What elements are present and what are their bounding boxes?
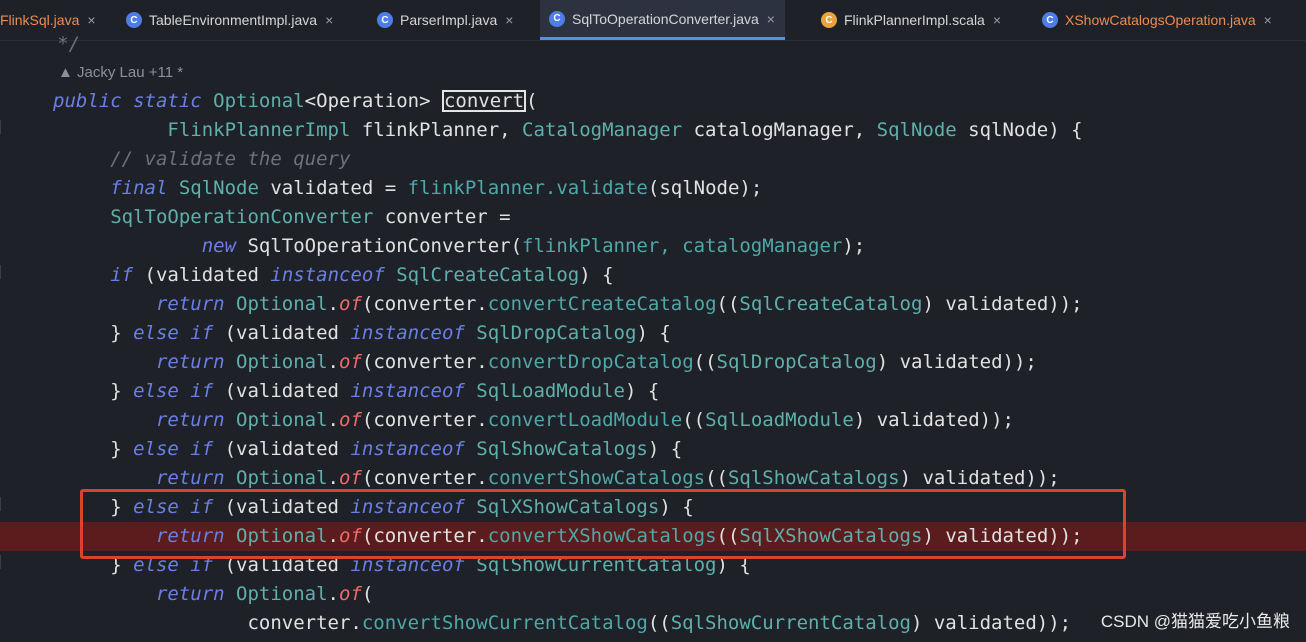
code-line: return Optional.of(converter.convertLoad… — [155, 409, 1014, 431]
gutter-fold-marker[interactable] — [0, 120, 5, 134]
person-icon: ▲ — [58, 64, 78, 81]
code-line: */ — [0, 30, 1306, 59]
close-icon[interactable]: × — [767, 11, 775, 27]
author-annotation[interactable]: ▲ Jacky Lau +11 * — [58, 64, 183, 86]
gutter-fold-marker[interactable] — [0, 265, 5, 279]
code-line: return Optional.of( — [155, 583, 374, 605]
code-line: new SqlToOperationConverter(flinkPlanner… — [201, 235, 866, 257]
tab-label: FlinkPlannerImpl.scala — [844, 12, 985, 28]
code-line: } else if (validated instanceof SqlDropC… — [53, 322, 671, 344]
close-icon[interactable]: × — [993, 12, 1001, 28]
scala-class-icon: C — [821, 12, 837, 28]
code-line: final SqlNode validated = flinkPlanner.v… — [110, 177, 763, 199]
tab-label: FlinkSql.java — [0, 12, 80, 28]
author-text: Jacky Lau +11 * — [77, 64, 184, 81]
watermark: CSDN @猫猫爱吃小鱼粮 — [1100, 612, 1290, 631]
tab-label: SqlToOperationConverter.java — [572, 10, 759, 27]
class-icon: C — [377, 12, 393, 28]
class-icon: C — [126, 12, 142, 28]
gutter-fold-marker[interactable] — [0, 555, 5, 569]
close-icon[interactable]: × — [1264, 12, 1272, 28]
code-line: public static Optional<Operation> conver… — [53, 90, 538, 112]
class-icon: C — [1042, 12, 1058, 28]
close-icon[interactable]: × — [505, 12, 513, 28]
code-editor[interactable]: */ ▲ Jacky Lau +11 * public static Optio… — [0, 33, 1306, 642]
code-line: } else if (validated instanceof SqlShowC… — [53, 438, 683, 460]
gutter-fold-marker[interactable] — [0, 497, 5, 511]
code-line: if (validated instanceof SqlCreateCatalo… — [110, 264, 614, 286]
code-line: return Optional.of(converter.convertCrea… — [155, 293, 1083, 315]
highlight-annotation-box — [80, 489, 1126, 559]
method-name-convert[interactable]: convert — [441, 90, 527, 112]
close-icon[interactable]: × — [325, 12, 333, 28]
code-line: SqlToOperationConverter converter = — [110, 206, 511, 228]
class-icon: C — [549, 10, 565, 27]
code-line: FlinkPlannerImpl flinkPlanner, CatalogMa… — [167, 119, 1083, 141]
tab-label: TableEnvironmentImpl.java — [149, 12, 318, 28]
close-icon[interactable]: × — [87, 12, 95, 28]
code-line: return Optional.of(converter.convertDrop… — [155, 351, 1037, 373]
code-line: } else if (validated instanceof SqlLoadM… — [53, 380, 660, 402]
tab-label: XShowCatalogsOperation.java — [1065, 12, 1256, 28]
comment: */ — [0, 33, 81, 55]
tab-label: ParserImpl.java — [400, 12, 498, 28]
code-line: // validate the query — [53, 148, 351, 170]
